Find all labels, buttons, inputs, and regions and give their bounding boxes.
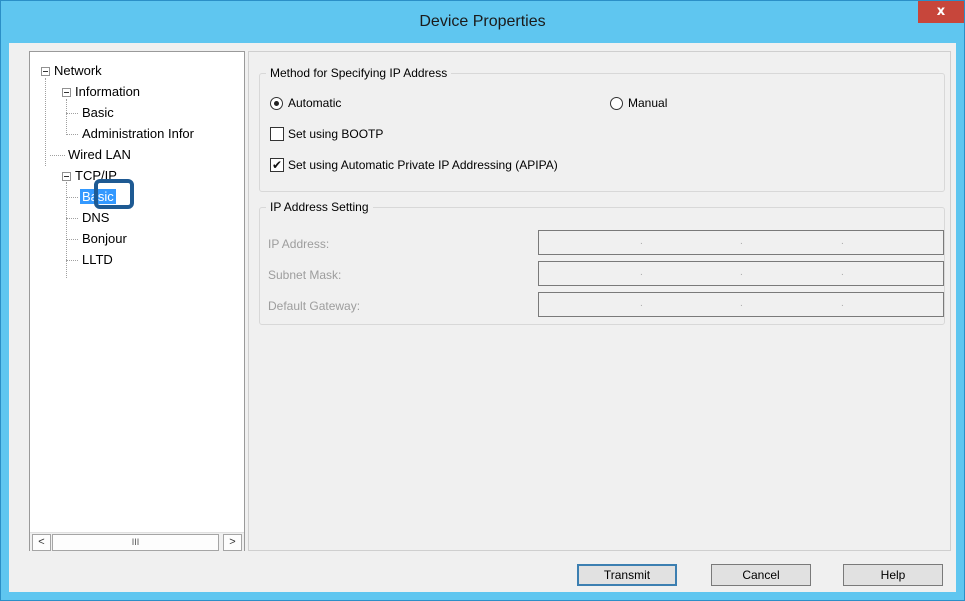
default-gateway-field: . . . bbox=[538, 292, 944, 317]
ip-group-title: IP Address Setting bbox=[266, 200, 373, 214]
dialog-body: Network Information Basic Administration… bbox=[9, 43, 956, 592]
octet-separator: . bbox=[640, 236, 643, 247]
collapse-icon[interactable] bbox=[62, 172, 71, 181]
settings-tree[interactable]: Network Information Basic Administration… bbox=[29, 51, 245, 551]
tree-content: Network Information Basic Administration… bbox=[30, 52, 244, 532]
octet-separator: . bbox=[841, 267, 844, 278]
tree-connector bbox=[66, 239, 78, 240]
tree-connector bbox=[66, 99, 67, 135]
window-title: Device Properties bbox=[419, 13, 546, 30]
tree-connector bbox=[66, 134, 78, 135]
octet-separator: . bbox=[841, 236, 844, 247]
horizontal-scrollbar[interactable]: < III > bbox=[30, 532, 244, 551]
octet-separator: . bbox=[841, 298, 844, 309]
tree-item-dns[interactable]: DNS bbox=[82, 213, 109, 227]
tree-connector bbox=[45, 78, 46, 166]
bootp-checkbox[interactable] bbox=[270, 127, 284, 141]
apipa-checkbox[interactable]: ✔ bbox=[270, 158, 284, 172]
ip-address-field: . . . bbox=[538, 230, 944, 255]
collapse-icon[interactable] bbox=[62, 88, 71, 97]
close-button[interactable]: x bbox=[918, 1, 964, 23]
tree-connector bbox=[66, 113, 78, 114]
tree-item-information[interactable]: Information bbox=[75, 83, 140, 101]
scroll-left-button[interactable]: < bbox=[32, 534, 51, 551]
manual-label[interactable]: Manual bbox=[628, 96, 667, 110]
subnet-mask-field: . . . bbox=[538, 261, 944, 286]
tree-item-bonjour[interactable]: Bonjour bbox=[82, 230, 127, 248]
tree-item-lltd[interactable]: LLTD bbox=[82, 251, 113, 269]
scroll-thumb[interactable]: III bbox=[52, 534, 219, 551]
collapse-icon[interactable] bbox=[41, 67, 50, 76]
help-button[interactable]: Help bbox=[843, 564, 943, 586]
transmit-button[interactable]: Transmit bbox=[577, 564, 677, 586]
ip-address-group: IP Address Setting IP Address: . . . Sub… bbox=[259, 200, 945, 325]
tree-connector bbox=[50, 155, 65, 156]
tree-connector bbox=[66, 197, 78, 198]
octet-separator: . bbox=[640, 298, 643, 309]
tree-item-administration-info[interactable]: Administration Infor bbox=[82, 125, 194, 143]
title-bar[interactable]: Device Properties x bbox=[1, 1, 964, 43]
automatic-radio[interactable] bbox=[270, 97, 283, 110]
octet-separator: . bbox=[740, 298, 743, 309]
scroll-right-button[interactable]: > bbox=[223, 534, 242, 551]
method-group-title: Method for Specifying IP Address bbox=[266, 66, 452, 80]
octet-separator: . bbox=[640, 267, 643, 278]
tree-connector bbox=[66, 218, 78, 219]
octet-separator: . bbox=[740, 267, 743, 278]
selection-highlight-callout bbox=[94, 179, 134, 209]
tree-item-wired-lan[interactable]: Wired LAN bbox=[68, 146, 131, 164]
default-gateway-label: Default Gateway: bbox=[268, 299, 361, 313]
bootp-label[interactable]: Set using BOOTP bbox=[288, 127, 383, 141]
manual-radio[interactable] bbox=[610, 97, 623, 110]
tree-item-basic[interactable]: Basic bbox=[82, 104, 114, 122]
device-properties-window: Device Properties x Network Information … bbox=[0, 0, 965, 601]
octet-separator: . bbox=[740, 236, 743, 247]
cancel-button[interactable]: Cancel bbox=[711, 564, 811, 586]
subnet-mask-label: Subnet Mask: bbox=[268, 268, 342, 282]
method-group: Method for Specifying IP Address Automat… bbox=[259, 66, 945, 192]
settings-panel: Method for Specifying IP Address Automat… bbox=[248, 51, 951, 551]
ip-address-label: IP Address: bbox=[268, 237, 330, 251]
apipa-label[interactable]: Set using Automatic Private IP Addressin… bbox=[288, 158, 558, 172]
tree-item-network[interactable]: Network bbox=[54, 62, 102, 80]
automatic-label[interactable]: Automatic bbox=[288, 96, 341, 110]
tree-connector bbox=[66, 260, 78, 261]
